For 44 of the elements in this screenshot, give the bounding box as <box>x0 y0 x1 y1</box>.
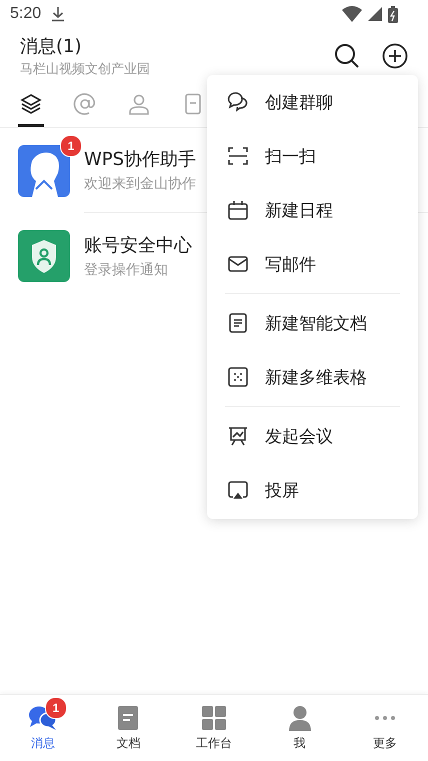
nav-tab[interactable]: 文档 <box>86 695 172 761</box>
more-icon <box>375 716 396 720</box>
nav-tab[interactable]: 更多 <box>342 695 428 761</box>
nav-tab[interactable]: 工作台 <box>171 695 257 761</box>
menu-item[interactable]: 扫一扫 <box>207 129 418 183</box>
unread-badge: 1 <box>60 134 82 156</box>
conversation-name[interactable]: 账号安全中心 <box>84 232 192 256</box>
presentation-icon <box>227 425 249 447</box>
menu-item[interactable]: 投屏 <box>207 463 418 517</box>
download-icon <box>51 6 66 22</box>
conversation-name[interactable]: WPS协作助手 <box>84 147 196 171</box>
menu-item[interactable]: 新建多维表格 <box>207 350 418 404</box>
shield-avatar <box>18 230 70 282</box>
at-sign-icon <box>73 92 97 116</box>
message-preview: 登录操作通知 <box>84 260 168 278</box>
assistant-avatar <box>18 144 70 196</box>
page-title: 消息(1) <box>20 35 82 58</box>
battery-icon <box>388 6 398 22</box>
wifi-icon <box>342 6 362 22</box>
menu-item[interactable]: 新建智能文档 <box>207 296 418 350</box>
organization-name: 马栏山视频文创产业园 <box>20 61 151 78</box>
menu-item[interactable]: 写邮件 <box>207 237 418 291</box>
person-icon <box>286 704 313 730</box>
table-icon <box>227 366 249 388</box>
menu-item[interactable]: 创建群聊 <box>207 75 418 129</box>
document-icon <box>227 312 249 334</box>
add-icon[interactable] <box>382 43 408 69</box>
nav-tab[interactable]: 消息 1 <box>0 695 86 761</box>
menu-item[interactable]: 发起会议 <box>207 409 418 463</box>
grid-icon <box>200 704 227 730</box>
message-preview: 欢迎来到金山协作 <box>84 175 196 193</box>
person-icon <box>127 92 151 116</box>
scan-icon <box>227 145 249 167</box>
layers-icon <box>19 92 43 116</box>
status-time: 5:20 <box>10 5 42 23</box>
search-icon[interactable] <box>334 43 360 69</box>
signal-icon <box>368 7 382 21</box>
calendar-icon <box>227 199 249 221</box>
nav-tab[interactable]: 我 <box>256 695 342 761</box>
mail-icon <box>227 253 249 275</box>
chat-bubbles-icon <box>227 91 249 113</box>
menu-item[interactable]: 新建日程 <box>207 183 418 237</box>
unread-badge: 1 <box>44 697 67 719</box>
screen-cast-icon <box>227 479 249 501</box>
